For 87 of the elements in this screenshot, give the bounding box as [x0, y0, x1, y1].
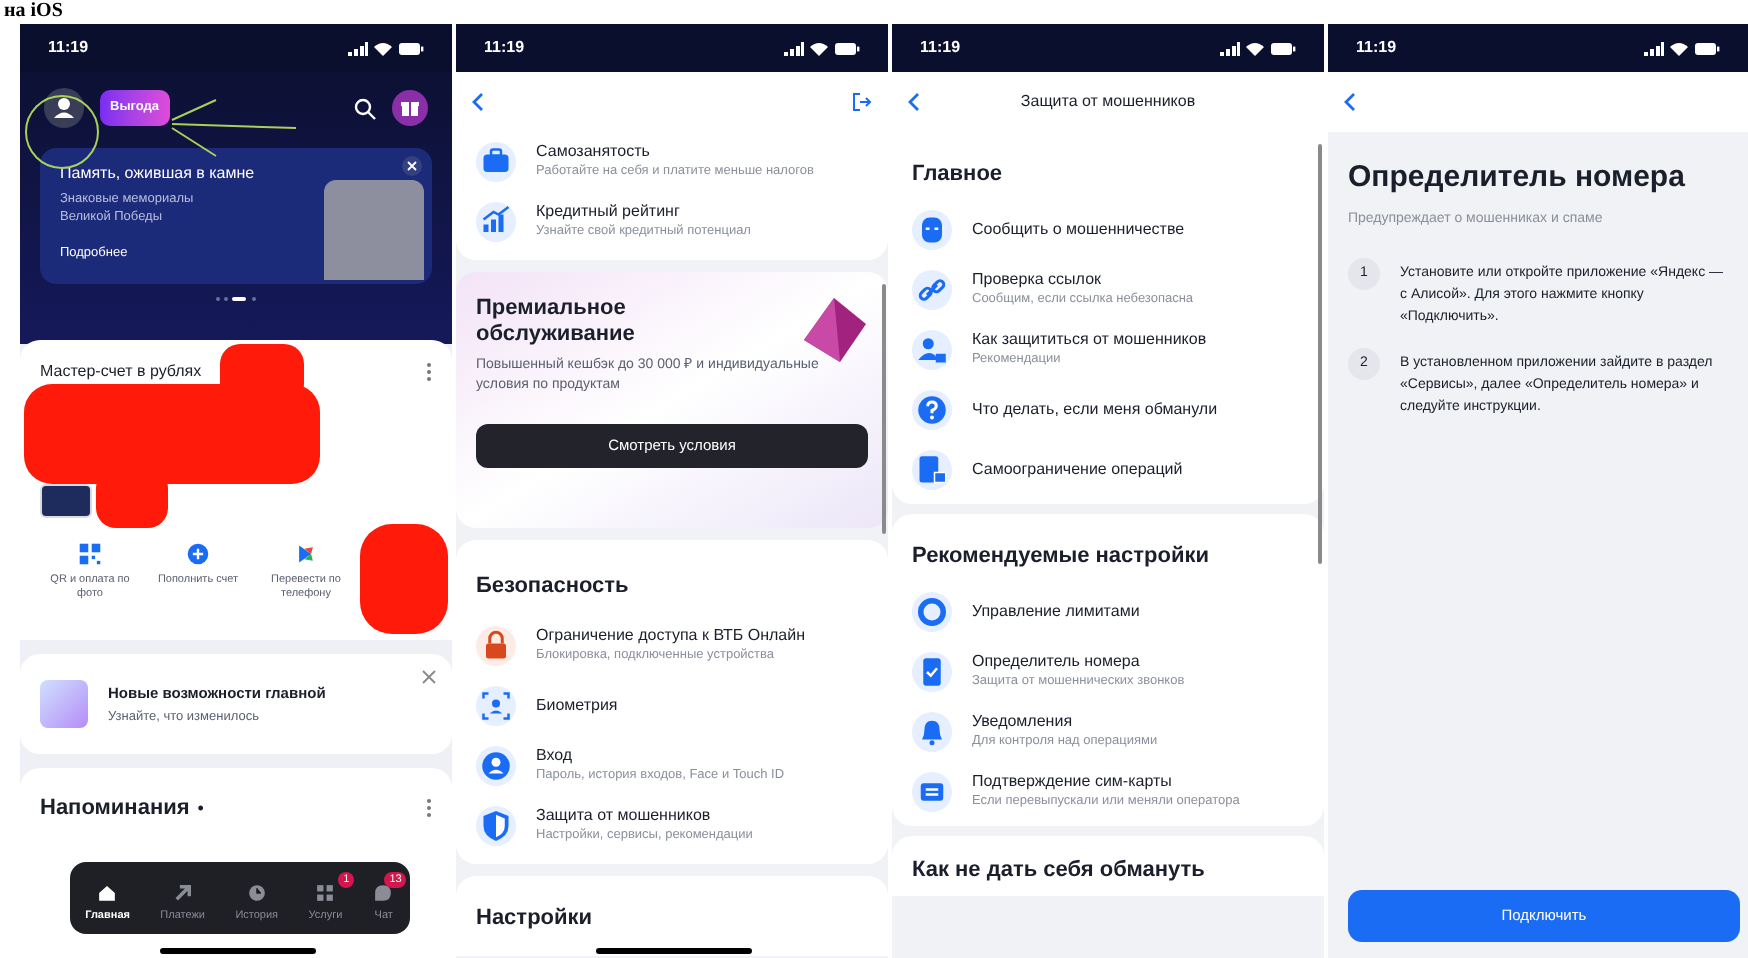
- item-title: Сообщить о мошенничестве: [972, 220, 1185, 240]
- avatar-icon[interactable]: [44, 88, 84, 128]
- grid-icon: [314, 881, 337, 904]
- back-icon[interactable]: [472, 92, 484, 112]
- redaction-mark: [360, 524, 448, 634]
- item-title: Уведомления: [972, 712, 1075, 733]
- section-heading: Рекомендуемые настройки: [912, 544, 1210, 568]
- user-lock-icon: [912, 330, 952, 370]
- section-heading: Главное: [912, 162, 1003, 186]
- link-icon: [912, 270, 952, 310]
- ring-icon: [912, 592, 952, 632]
- section-marker: •: [197, 795, 204, 821]
- user-icon: [476, 746, 516, 786]
- battery-icon: [1270, 41, 1296, 55]
- section-heading: Безопасность: [476, 574, 629, 598]
- lock-icon: [476, 626, 516, 666]
- more-icon[interactable]: [426, 362, 432, 382]
- menu-item[interactable]: Биометрия: [476, 676, 868, 736]
- signal-icon: [348, 41, 368, 55]
- wifi-icon: [810, 41, 828, 55]
- close-icon[interactable]: [402, 156, 422, 176]
- back-icon[interactable]: [1344, 92, 1356, 112]
- question-icon: [912, 390, 952, 430]
- status-time: 11:19: [484, 36, 525, 60]
- battery-icon: [398, 41, 424, 55]
- status-time: 11:19: [48, 36, 89, 60]
- item-title: Защита от мошенников: [536, 806, 713, 827]
- item-title: Кредитный рейтинг: [536, 202, 682, 223]
- transfer-icon: [294, 542, 318, 566]
- battery-icon: [1694, 41, 1720, 55]
- item-title: Самозанятость: [536, 142, 652, 163]
- plus-circle-icon: [186, 542, 210, 566]
- status-time: 11:19: [1356, 36, 1397, 60]
- bell-icon: [912, 712, 952, 752]
- account-title: Мастер-счет в рублях: [40, 360, 202, 384]
- chat-icon: [372, 881, 395, 904]
- sim-card-icon: [912, 772, 952, 812]
- gem-drawing: [800, 296, 868, 364]
- arrow-icon: [171, 881, 194, 904]
- status-time: 11:19: [920, 36, 961, 60]
- gift-icon[interactable]: [392, 90, 428, 126]
- menu-item[interactable]: Самоограничение операций: [912, 440, 1304, 500]
- chart-icon: [476, 202, 516, 242]
- more-icon[interactable]: [426, 798, 432, 819]
- document-lock-icon: [912, 450, 952, 490]
- house-icon: [96, 881, 119, 904]
- item-title: Определитель номера: [972, 652, 1142, 673]
- menu-item[interactable]: Сообщить о мошенничестве: [912, 200, 1304, 260]
- item-title: Проверка ссылок: [972, 270, 1104, 291]
- section-heading: Настройки: [476, 906, 593, 930]
- menu-item[interactable]: Что делать, если меня обманули: [912, 380, 1304, 440]
- item-title: Что делать, если меня обманули: [972, 400, 1218, 420]
- premium-title: Премиальное обслуживание: [476, 296, 637, 348]
- briefcase-icon: [476, 142, 516, 182]
- mask-icon: [912, 210, 952, 250]
- battery-icon: [834, 41, 860, 55]
- logout-icon[interactable]: [852, 92, 872, 112]
- item-title: Ограничение доступа к ВТБ Онлайн: [536, 626, 806, 647]
- menu-item[interactable]: Управление лимитами: [912, 582, 1304, 642]
- item-title: Самоограничение операций: [972, 460, 1183, 480]
- caption: на iOS: [4, 2, 63, 22]
- item-title: Как защититься от мошенников: [972, 330, 1207, 351]
- section-title: Напоминания: [40, 794, 190, 824]
- phone-check-icon: [912, 652, 952, 692]
- signal-icon: [1220, 41, 1240, 55]
- signal-icon: [784, 41, 804, 55]
- news-illustration: [40, 680, 88, 728]
- item-title: Вход: [536, 746, 575, 767]
- page-indicator: [214, 296, 258, 302]
- qr-icon: [78, 542, 102, 566]
- signal-icon: [1644, 41, 1664, 55]
- clock-icon: [245, 881, 268, 904]
- face-scan-icon: [476, 686, 516, 726]
- back-icon[interactable]: [908, 92, 920, 112]
- screen-title: Определитель номера: [1348, 158, 1687, 198]
- photo-placeholder: [324, 180, 424, 280]
- item-title: Биометрия: [536, 696, 618, 716]
- wifi-icon: [1670, 41, 1688, 55]
- shield-icon: [476, 806, 516, 846]
- item-title: Управление лимитами: [972, 602, 1140, 622]
- section-heading: Как не дать себя обмануть: [912, 858, 1205, 882]
- bank-card-thumbnail[interactable]: [40, 484, 92, 518]
- wifi-icon: [374, 41, 392, 55]
- item-title: Подтверждение сим-карты: [972, 772, 1174, 793]
- wifi-icon: [1246, 41, 1264, 55]
- screen-title: Защита от мошенников: [1018, 90, 1198, 114]
- search-icon[interactable]: [354, 97, 376, 119]
